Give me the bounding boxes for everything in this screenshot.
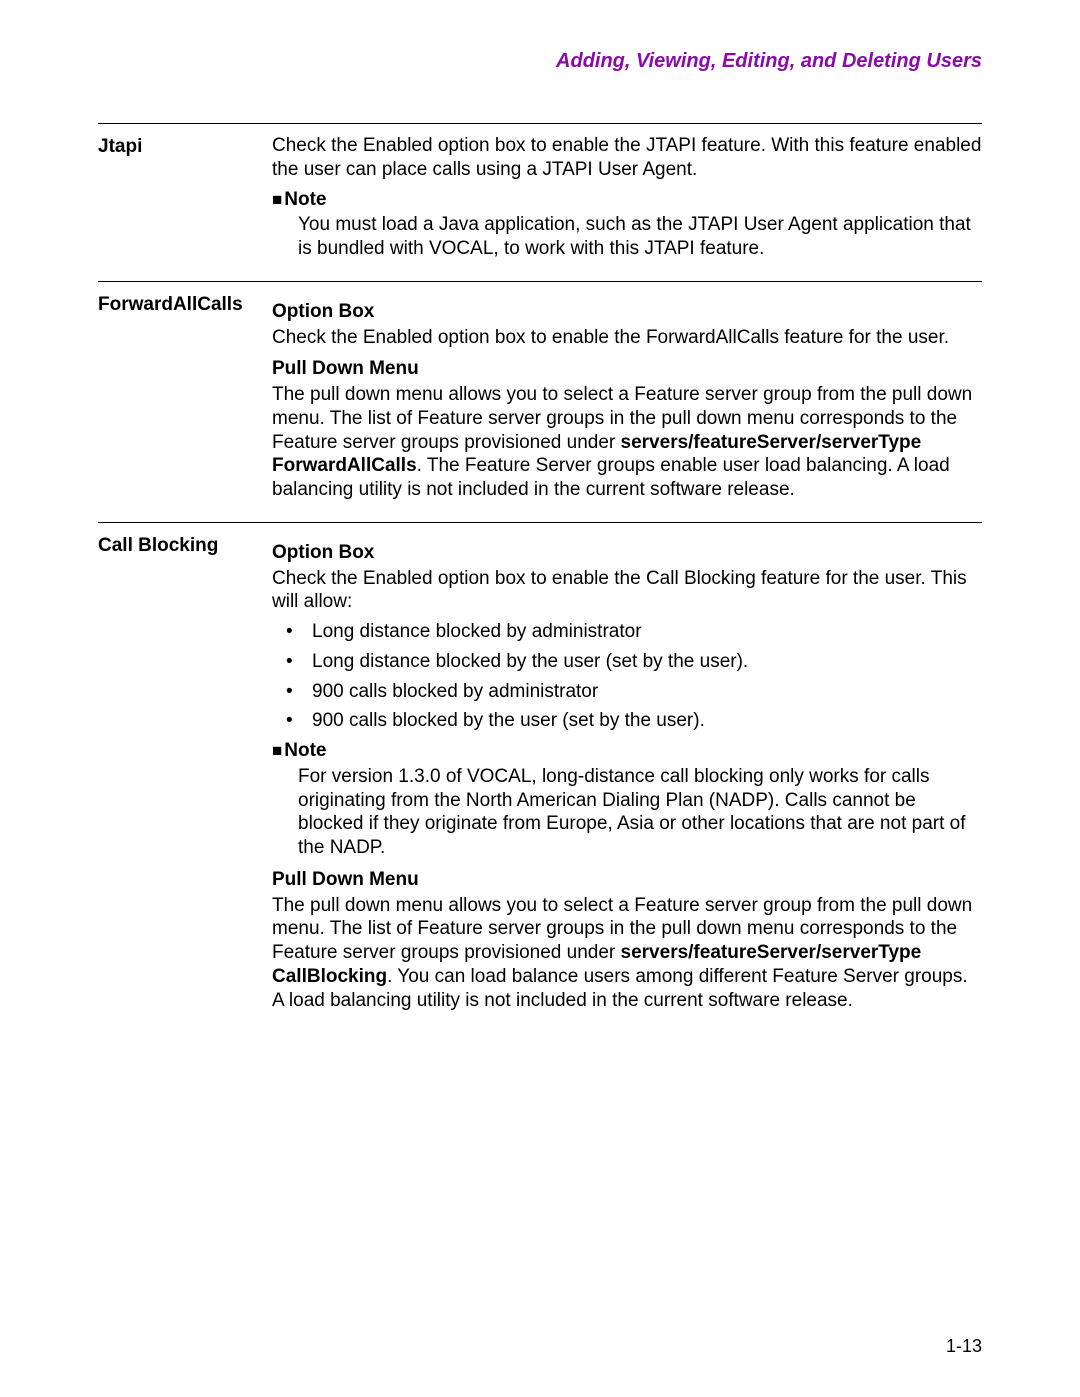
fac-pulldown-body: The pull down menu allows you to select … bbox=[272, 383, 982, 502]
jtapi-body: Check the Enabled option box to enable t… bbox=[272, 134, 982, 182]
pulldown-heading: Pull Down Menu bbox=[272, 868, 982, 892]
section-jtapi: Jtapi Check the Enabled option box to en… bbox=[98, 123, 982, 267]
list-item: Long distance blocked by administrator bbox=[272, 620, 982, 644]
note-heading: Note bbox=[272, 739, 982, 763]
label-callblocking: Call Blocking bbox=[98, 533, 272, 557]
optionbox-heading: Option Box bbox=[272, 300, 982, 324]
list-item: 900 calls blocked by the user (set by th… bbox=[272, 709, 982, 733]
label-jtapi: Jtapi bbox=[98, 134, 272, 158]
content-callblocking: Option Box Check the Enabled option box … bbox=[272, 533, 982, 1019]
section-forwardallcalls: ForwardAllCalls Option Box Check the Ena… bbox=[98, 281, 982, 508]
label-forwardallcalls: ForwardAllCalls bbox=[98, 292, 272, 316]
list-item: Long distance blocked by the user (set b… bbox=[272, 650, 982, 674]
cb-pulldown-body: The pull down menu allows you to select … bbox=[272, 894, 982, 1013]
pulldown-heading: Pull Down Menu bbox=[272, 357, 982, 381]
page-number: 1-13 bbox=[946, 1336, 982, 1357]
page: Adding, Viewing, Editing, and Deleting U… bbox=[0, 0, 1080, 1397]
chapter-title: Adding, Viewing, Editing, and Deleting U… bbox=[98, 50, 982, 73]
content-jtapi: Check the Enabled option box to enable t… bbox=[272, 134, 982, 267]
list-item: 900 calls blocked by administrator bbox=[272, 680, 982, 704]
note-heading: Note bbox=[272, 188, 982, 212]
fac-optionbox-body: Check the Enabled option box to enable t… bbox=[272, 326, 982, 350]
jtapi-note-body: You must load a Java application, such a… bbox=[298, 213, 982, 261]
cb-optionbox-body: Check the Enabled option box to enable t… bbox=[272, 567, 982, 615]
cb-note-body: For version 1.3.0 of VOCAL, long-distanc… bbox=[298, 765, 982, 860]
optionbox-heading: Option Box bbox=[272, 541, 982, 565]
section-callblocking: Call Blocking Option Box Check the Enabl… bbox=[98, 522, 982, 1019]
cb-bullet-list: Long distance blocked by administrator L… bbox=[272, 620, 982, 733]
content-forwardallcalls: Option Box Check the Enabled option box … bbox=[272, 292, 982, 508]
